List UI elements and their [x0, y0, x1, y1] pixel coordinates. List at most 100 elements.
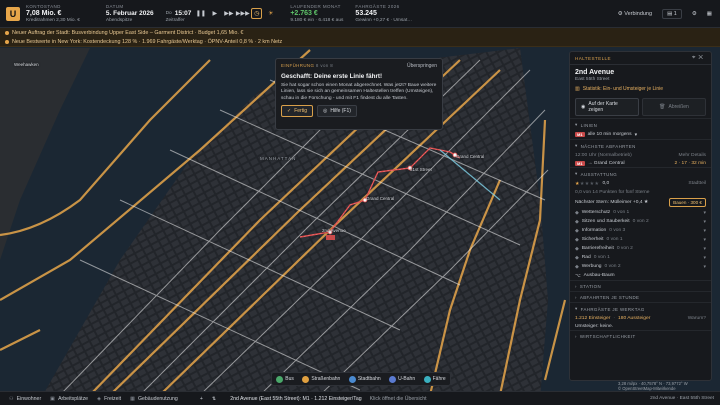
sort-icon[interactable]: ⇅	[212, 396, 216, 402]
equipment-level: 0 von 1	[606, 237, 623, 242]
credit-line: Kreditrahmen 2,30 Mio. €	[26, 18, 80, 23]
weekday-passengers-section[interactable]: ▾ FAHRGÄSTE JE WERKTAG	[570, 302, 711, 314]
document-icon: ▤	[667, 10, 674, 17]
equipment-name: Barrierefreiheit	[581, 246, 614, 251]
layer-leisure[interactable]: ◈ Freizeit	[97, 396, 121, 402]
close-icon[interactable]: ✕	[698, 55, 706, 61]
equipment-name: Werbung	[581, 264, 602, 269]
equipment-row[interactable]: ◆ Wetterschutz 0 von 1 ▾	[570, 208, 711, 217]
help-button[interactable]: ◎ Hilfe (F1)	[316, 105, 357, 118]
sun-icon[interactable]: ☀	[265, 8, 276, 19]
hourly-departures-section[interactable]: › ABFAHRTEN JE STUNDE	[570, 291, 711, 302]
show-on-map-button[interactable]: ◉ Auf der Karte zeigen	[575, 98, 639, 116]
chevron-down-icon: ▾	[703, 219, 706, 225]
upgrade-tree-row[interactable]: ⌥ Ausbau-Baum	[570, 271, 711, 280]
statistics-link[interactable]: ▥ Statistik: Ein- und Umsteiger je Linie	[570, 82, 711, 96]
star-rating: ★★★★★	[575, 181, 600, 187]
news-item[interactable]: Neue Bestwerte in New York: Kostendeckun…	[0, 37, 720, 46]
light-rail-icon	[348, 375, 356, 383]
play-icon[interactable]: ▶	[209, 8, 220, 19]
mode-ferry[interactable]: Fähre	[423, 375, 446, 383]
equipment-level: 0 von 1	[593, 255, 610, 260]
status-hint: Klick öffnet die Übersicht	[369, 395, 427, 402]
connection-button[interactable]: ⚙ Verbindung	[618, 11, 652, 17]
month-label: LAUFENDER MONAT	[290, 4, 341, 9]
mode-tram[interactable]: Straßenbahn	[302, 375, 341, 383]
balance-block: KONTOSTAND 7,08 Mio. € Kreditrahmen 2,30…	[26, 3, 80, 24]
settings-icon[interactable]: ⚙	[692, 11, 697, 17]
fast-forward-icon[interactable]: ▶▶	[223, 8, 234, 19]
notifications-button[interactable]: ▤ 1	[662, 8, 682, 19]
layer-jobs[interactable]: ▣ Arbeitsplätze	[50, 396, 88, 402]
app-logo[interactable]: U	[6, 6, 20, 21]
clock-icon[interactable]: ◷	[251, 8, 263, 19]
equipment-row[interactable]: ◆ Information 0 von 3 ▾	[570, 226, 711, 235]
star-rating-row: ★★★★★ 0,0 Stadtteil	[570, 179, 711, 188]
month-value: +2.763 €	[290, 10, 318, 17]
status-location: 2nd Avenue · East 55th Street	[650, 396, 714, 401]
chevron-down-icon: ▾	[703, 246, 706, 252]
fastest-icon[interactable]: ▶▶▶	[236, 8, 250, 19]
skip-button[interactable]: Überspringen	[407, 63, 437, 69]
subway-icon	[389, 375, 397, 383]
layer-jobs-label: Arbeitsplätze	[58, 395, 89, 402]
layer-residents[interactable]: ⚇ Einwohner	[9, 396, 41, 402]
station-section[interactable]: › STATION	[570, 280, 711, 291]
equipment-name: Rad	[581, 255, 591, 260]
mode-bus[interactable]: Bus	[276, 375, 294, 383]
next-star-row: Nächster Stern: Mülleimer +0,4 ★ Bauen · …	[570, 196, 711, 208]
why-link[interactable]: Warum?	[688, 316, 706, 321]
more-details-link[interactable]: Mehr Details	[679, 153, 706, 158]
equipment-row[interactable]: ◆ Barrierefreiheit 0 von 2 ▾	[570, 244, 711, 253]
build-button[interactable]: Bauen · 300 €	[669, 197, 706, 207]
tree-icon: ⌥	[575, 273, 581, 279]
map-label-grand-central: Grand Central	[456, 154, 485, 159]
equipment-row[interactable]: ◆ Rad 0 von 1 ▾	[570, 253, 711, 262]
news-item[interactable]: Neuer Auftrag der Stadt: Busverbindung U…	[0, 28, 720, 37]
top-right-controls: ⚙ Verbindung ▤ 1 ⚙ ▦	[618, 8, 712, 19]
economy-label: WIRTSCHAFTLICHKEIT	[579, 334, 636, 339]
equipment-row[interactable]: ◆ Sicherheit 0 von 1 ▾	[570, 235, 711, 244]
done-label: Fertig	[294, 108, 307, 115]
panel-header: HALTESTELLE ⌖✕	[570, 52, 711, 65]
equipment-level: 0 von 2	[604, 264, 621, 269]
done-button[interactable]: ✓ Fertig	[281, 105, 313, 118]
layer-leisure-label: Freizeit	[104, 395, 122, 402]
grid-icon[interactable]: ▦	[707, 11, 712, 17]
help-icon: ◎	[322, 108, 328, 115]
tutorial-header: EINFÜHRUNG 8 von 8 Überspringen	[281, 63, 437, 69]
chevron-right-icon: ›	[575, 334, 577, 339]
equipment-name: Sitzen und Sauberkeit	[581, 219, 630, 224]
city-standard: Stadtteil	[688, 181, 706, 186]
tutorial-step-label: EINFÜHRUNG	[281, 63, 315, 68]
pause-icon[interactable]: ❚❚	[195, 8, 206, 19]
equipment-name: Information	[581, 228, 607, 233]
date-value: 5. Februar 2026	[105, 10, 154, 17]
lines-label: LINIEN	[580, 122, 598, 128]
mode-light-rail[interactable]: Stadtbahn	[348, 375, 381, 383]
news-text: Neue Bestwerte in New York: Kostendeckun…	[12, 38, 283, 45]
balance-value: 7,08 Mio. €	[26, 10, 62, 17]
economy-section[interactable]: › WIRTSCHAFTLICHKEIT	[570, 330, 711, 341]
departure-destination: → Grand Central	[587, 160, 625, 166]
add-icon[interactable]: +	[200, 396, 203, 402]
passengers-label: FAHRGÄSTE 2026	[355, 4, 400, 9]
mode-subway-label: U-Bahn	[398, 376, 416, 382]
demolish-button[interactable]: 🗑 Abreißen	[642, 98, 706, 116]
notifications-count: 1	[673, 10, 677, 17]
equipment-section[interactable]: ▾ AUSSTATTUNG	[570, 167, 711, 179]
mode-tram-label: Straßenbahn	[311, 376, 341, 382]
bottom-bar: ⚇ Einwohner ▣ Arbeitsplätze ◈ Freizeit ▦ Geb…	[0, 391, 720, 405]
time-of-day: Abendspitze	[105, 18, 133, 23]
equipment-row[interactable]: ◆ Werbung 0 von 2 ▾	[570, 262, 711, 271]
line-row[interactable]: M1 alle 10 min morgens ▾	[570, 130, 711, 139]
lines-section[interactable]: ▾ LINIEN	[570, 118, 711, 130]
equipment-row[interactable]: ◆ Sitzen und Sauberkeit 0 von 2 ▾	[570, 217, 711, 226]
next-departures-section[interactable]: ▾ NÄCHSTE ABFAHRTEN	[570, 139, 711, 151]
equipment-icon: ◆	[575, 210, 579, 216]
equipment-icon: ◆	[575, 255, 579, 261]
layer-building-use[interactable]: ▦ Gebäudenutzung	[130, 396, 178, 402]
mode-subway[interactable]: U-Bahn	[389, 375, 416, 383]
statistics-link-label: Statistik: Ein- und Umsteiger je Linie	[582, 86, 664, 92]
top-bar: U KONTOSTAND 7,08 Mio. € Kreditrahmen 2,…	[0, 0, 720, 28]
